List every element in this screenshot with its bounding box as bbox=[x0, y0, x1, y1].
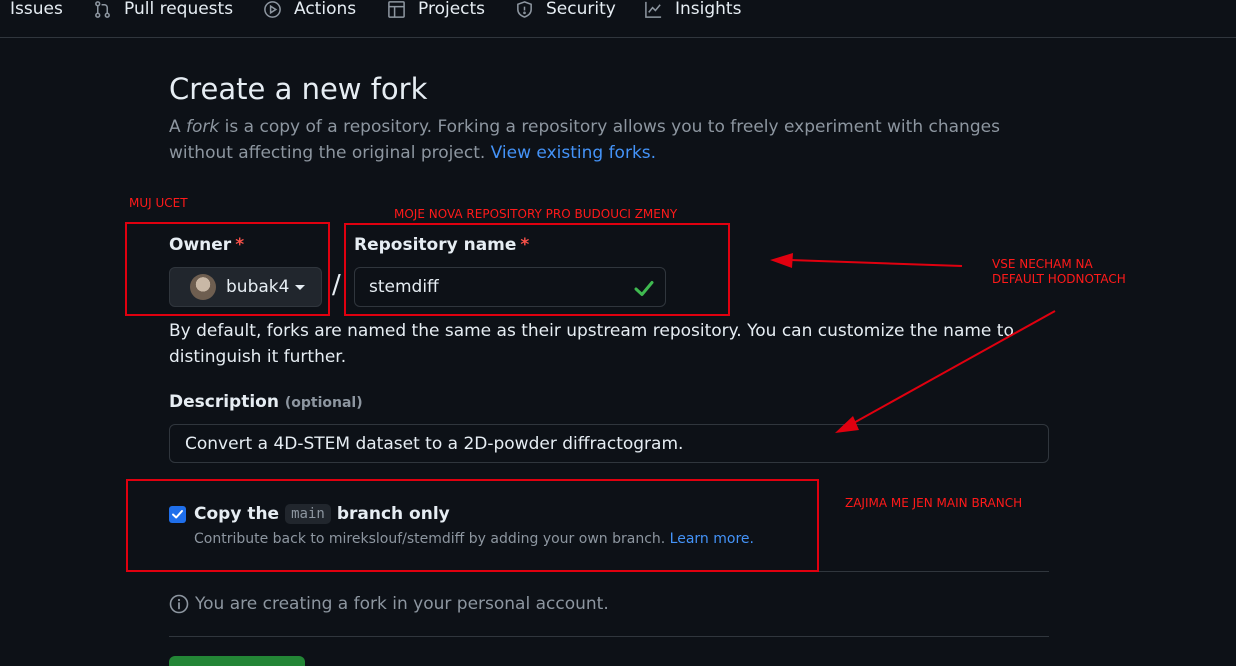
annotation-arrows bbox=[770, 253, 1056, 433]
